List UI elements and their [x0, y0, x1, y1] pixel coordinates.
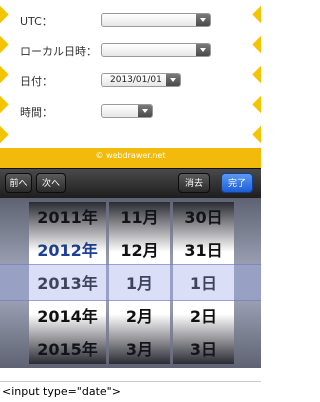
- date-input-value: 2013/01/01: [110, 75, 162, 85]
- year-item[interactable]: 2014年: [29, 300, 106, 333]
- next-button[interactable]: 次へ: [36, 173, 66, 193]
- time-row: 時間：: [20, 104, 100, 120]
- mobile-screen: UTC： ローカル日時： 日付： 2013/01/01 時間： © webdra…: [0, 0, 261, 381]
- chevron-down-icon: [196, 44, 210, 56]
- year-item[interactable]: 2012年: [29, 234, 106, 267]
- left-diamond-pattern: [0, 0, 10, 148]
- date-label: 日付：: [20, 75, 53, 88]
- date-form: UTC： ローカル日時： 日付： 2013/01/01 時間：: [0, 0, 261, 148]
- selection-band: [0, 264, 261, 301]
- done-button[interactable]: 完了: [221, 173, 253, 193]
- credit-text: © webdrawer.net: [95, 151, 166, 160]
- year-item[interactable]: 2011年: [29, 202, 106, 234]
- caption-text: <input type="date">: [2, 385, 121, 398]
- month-item[interactable]: 3月: [109, 333, 170, 364]
- year-item[interactable]: 2015年: [29, 333, 106, 364]
- day-item[interactable]: 30日: [173, 202, 234, 234]
- utc-label: UTC：: [20, 15, 53, 28]
- local-datetime-select[interactable]: [101, 43, 211, 57]
- month-item[interactable]: 11月: [109, 202, 170, 234]
- chevron-down-icon: [138, 105, 152, 117]
- date-input[interactable]: 2013/01/01: [101, 73, 181, 87]
- chevron-down-icon: [166, 74, 180, 86]
- time-label: 時間：: [20, 106, 53, 119]
- date-row: 日付：: [20, 73, 100, 89]
- day-item[interactable]: 31日: [173, 234, 234, 267]
- picker-toolbar: 前へ 次へ 消去 完了: [0, 168, 261, 199]
- local-row: ローカル日時：: [20, 43, 100, 59]
- time-input[interactable]: [101, 104, 153, 118]
- day-item[interactable]: 3日: [173, 333, 234, 364]
- month-item[interactable]: 2月: [109, 300, 170, 333]
- day-item[interactable]: 2日: [173, 300, 234, 333]
- month-item[interactable]: 12月: [109, 234, 170, 267]
- right-diamond-pattern: [251, 0, 261, 148]
- caption-bar: <input type="date">: [0, 381, 261, 402]
- prev-button[interactable]: 前へ: [5, 173, 32, 193]
- utc-select[interactable]: [101, 13, 211, 27]
- clear-button[interactable]: 消去: [178, 173, 210, 193]
- utc-row: UTC：: [20, 13, 100, 29]
- chevron-down-icon: [196, 14, 210, 26]
- local-datetime-label: ローカル日時：: [20, 45, 97, 58]
